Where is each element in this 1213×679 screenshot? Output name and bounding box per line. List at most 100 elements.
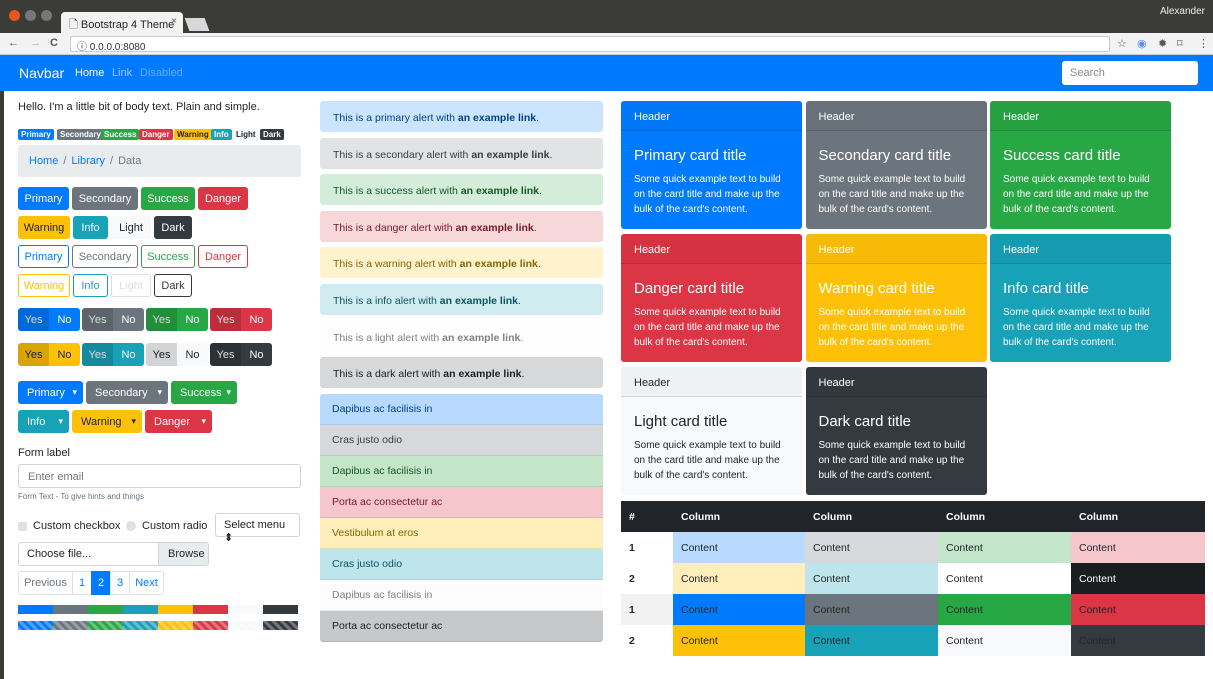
btn-outline-danger[interactable]: Danger [198,245,248,268]
btn-outline-dark[interactable]: Dark [154,274,192,297]
btn-outline-warning[interactable]: Warning [18,274,70,297]
list-group-item[interactable]: Cras justo odio [320,549,603,580]
btn-danger[interactable]: Danger [198,187,248,210]
btn-success[interactable]: Success [141,187,195,210]
no-button[interactable]: No [177,343,208,366]
alert-link[interactable]: an example link [443,368,521,380]
yes-button[interactable]: Yes [18,343,49,366]
list-group-item[interactable]: Dapibus ac facilisis in [320,456,603,487]
new-tab-button[interactable] [184,18,210,31]
page-1[interactable]: 1 [72,571,92,595]
settings-extension-icon[interactable]: ✹ [1158,37,1167,50]
table-cell: Content [1071,532,1205,563]
dropdown-secondary[interactable]: Secondary ▾ [86,381,168,404]
no-button[interactable]: No [177,308,208,331]
radio-icon[interactable] [126,521,136,531]
btn-outline-success[interactable]: Success [141,245,195,268]
list-group-item[interactable]: Dapibus ac facilisis in [320,580,603,611]
navbar-brand[interactable]: Navbar [19,65,64,81]
profile-name[interactable]: Alexander [1160,6,1205,17]
yes-button[interactable]: Yes [210,343,241,366]
dropdown-info[interactable]: Info ▾ [18,410,69,433]
btn-light[interactable]: Light [111,216,151,239]
page-next[interactable]: Next [129,571,164,595]
no-button[interactable]: No [113,308,144,331]
page-2[interactable]: 2 [91,571,111,595]
toggle-group: Yes No [18,343,80,366]
yes-button[interactable]: Yes [82,343,113,366]
card-header: Header [805,101,987,131]
badge-6: Light [233,129,259,140]
page-3[interactable]: 3 [110,571,130,595]
breadcrumb-data: Data [118,155,142,167]
dropdown-danger[interactable]: Danger ▾ [145,410,212,433]
btn-primary[interactable]: Primary [18,187,69,210]
maximize-window-icon[interactable] [41,10,52,21]
alert-link[interactable]: an example link [471,149,549,161]
card-text: Some quick example text to build on the … [634,174,781,215]
url-field[interactable]: ⓘ 0.0.0.0:8080 [70,36,1110,53]
btn-outline-info[interactable]: Info [73,274,108,297]
browse-button[interactable]: Browse [158,543,208,565]
custom-radio[interactable]: Custom radio [126,520,207,532]
alert-link[interactable]: an example link [440,295,518,307]
forward-icon[interactable]: → [30,37,41,49]
nav-link-home[interactable]: Home [75,67,104,79]
list-group-item[interactable]: Dapibus ac facilisis in [320,394,603,425]
no-button[interactable]: No [241,343,272,366]
breadcrumb-library[interactable]: Library [71,155,105,167]
btn-outline-secondary[interactable]: Secondary [72,245,138,268]
browser-tab[interactable]: 🗋 Bootstrap 4 Theme × [61,12,183,33]
list-group-item[interactable]: Porta ac consectetur ac [320,487,603,518]
reload-icon[interactable]: C [50,37,58,49]
yes-button[interactable]: Yes [210,308,241,331]
no-button[interactable]: No [49,343,80,366]
nav-link-link[interactable]: Link [112,67,132,79]
email-field[interactable]: Enter email [18,464,301,488]
no-button[interactable]: No [241,308,272,331]
select-menu[interactable]: Select menu ⬍ [215,513,300,544]
alert-link[interactable]: an example link [456,222,534,234]
no-button[interactable]: No [49,308,80,331]
search-input[interactable]: Search [1062,61,1198,85]
btn-dark[interactable]: Dark [154,216,192,239]
dropdown-warning[interactable]: Warning ▾ [72,410,142,433]
close-window-icon[interactable] [9,10,20,21]
menu-icon[interactable]: ⋮ [1198,37,1209,50]
btn-secondary[interactable]: Secondary [72,187,138,210]
badge-1: Secondary [57,129,104,140]
list-group-item[interactable]: Porta ac consectetur ac [320,611,603,642]
list-group-item[interactable]: Vestibulum at eros [320,518,603,549]
alert-link[interactable]: an example link [458,112,536,124]
card-primary: Header Primary card title Some quick examp… [621,101,802,229]
progress-segment [228,621,263,630]
cast-icon[interactable]: ⌑ [1177,37,1183,50]
btn-info[interactable]: Info [73,216,108,239]
file-input[interactable]: Choose file... Browse [18,542,209,566]
alert-link[interactable]: an example link [461,185,539,197]
list-group-item[interactable]: Cras justo odio [320,425,603,456]
back-icon[interactable]: ← [8,37,19,49]
yes-button[interactable]: Yes [146,308,177,331]
dropdown-primary[interactable]: Primary ▾ [18,381,83,404]
tab-close-icon[interactable]: × [171,16,177,27]
btn-warning[interactable]: Warning [18,216,70,239]
bookmark-star-icon[interactable]: ☆ [1117,37,1127,50]
extension-icon[interactable]: ◉ [1137,37,1147,50]
breadcrumb-home[interactable]: Home [29,155,58,167]
alert-6: This is a light alert with an example li… [320,320,603,352]
alert-link[interactable]: an example link [460,258,538,270]
yes-button[interactable]: Yes [146,343,177,366]
yes-button[interactable]: Yes [18,308,49,331]
alert-punct: . [549,148,553,161]
no-button[interactable]: No [113,343,144,366]
custom-checkbox[interactable]: Custom checkbox [18,520,120,532]
dropdown-success[interactable]: Success ▾ [171,381,237,404]
btn-outline-light[interactable]: Light [111,274,151,297]
alert-link[interactable]: an example link [442,332,520,344]
checkbox-icon[interactable] [18,521,27,531]
nav-link-disabled: Disabled [140,67,183,79]
minimize-window-icon[interactable] [25,10,36,21]
btn-outline-primary[interactable]: Primary [18,245,69,268]
yes-button[interactable]: Yes [82,308,113,331]
